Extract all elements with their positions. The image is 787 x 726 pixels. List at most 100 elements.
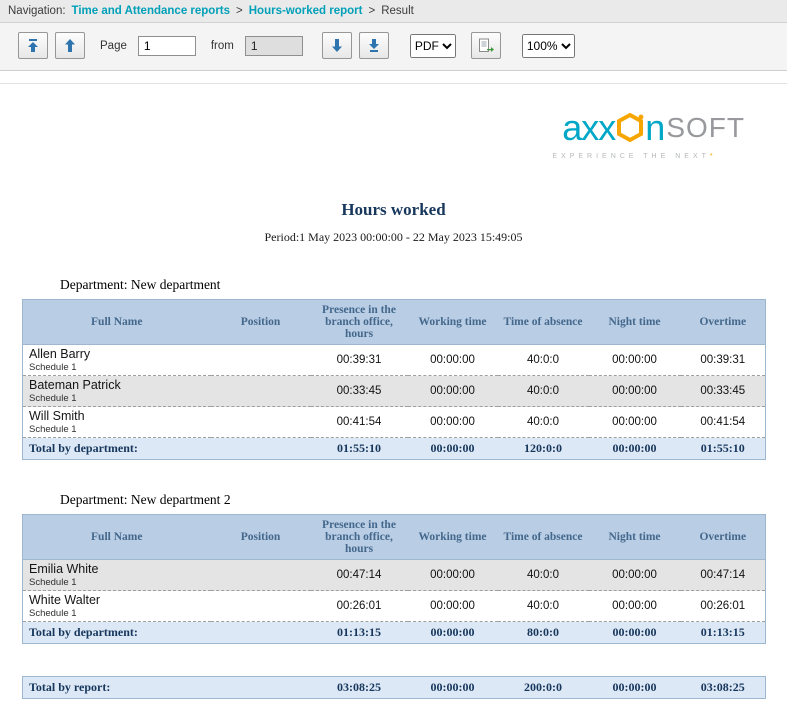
table-row: Emilia White Schedule 1 00:47:14 00:00:0…: [23, 560, 766, 591]
overtime-cell: 00:47:14: [681, 560, 766, 591]
total-overtime-cell: 01:55:10: [681, 438, 766, 460]
breadcrumb: Navigation: Time and Attendance reports …: [0, 0, 787, 23]
breadcrumb-link-hours-worked[interactable]: Hours-worked report: [249, 5, 363, 17]
full-name-cell: Allen Barry Schedule 1: [23, 345, 211, 376]
page-title: Hours worked: [0, 200, 787, 220]
presence-cell: 00:33:45: [311, 376, 408, 407]
col-header-working-time: Working time: [408, 300, 498, 345]
last-page-button[interactable]: [359, 32, 389, 59]
working-time-cell: 00:00:00: [408, 407, 498, 438]
total-pages-field: [245, 36, 303, 56]
col-header-position: Position: [211, 515, 311, 560]
export-button[interactable]: [471, 32, 501, 59]
logo-tagline-text: EXPERIENCE THE NEXT: [552, 153, 710, 160]
working-time-cell: 00:00:00: [408, 345, 498, 376]
report-period: Period:1 May 2023 00:00:00 - 22 May 2023…: [0, 230, 787, 245]
first-page-icon: [27, 39, 39, 52]
night-time-cell: 00:00:00: [589, 407, 681, 438]
employee-name: Allen Barry: [29, 347, 205, 361]
table-header-row: Full Name Position Presence in the branc…: [23, 515, 766, 560]
col-header-presence: Presence in the branch office, hours: [311, 300, 408, 345]
position-cell: [211, 345, 311, 376]
breadcrumb-separator: >: [369, 5, 376, 17]
absence-cell: 40:0:0: [498, 560, 589, 591]
table-header-row: Full Name Position Presence in the branc…: [23, 300, 766, 345]
col-header-night-time: Night time: [589, 300, 681, 345]
department-section: Department: New department Full Name Pos…: [0, 277, 787, 460]
total-absence-cell: 120:0:0: [498, 438, 589, 460]
employee-schedule: Schedule 1: [29, 424, 205, 435]
employee-schedule: Schedule 1: [29, 608, 205, 619]
overtime-cell: 00:41:54: [681, 407, 766, 438]
department-label: Department: New department: [60, 277, 787, 293]
full-name-cell: Bateman Patrick Schedule 1: [23, 376, 211, 407]
logo-tagline: EXPERIENCE THE NEXT*: [520, 153, 745, 160]
col-header-night-time: Night time: [589, 515, 681, 560]
export-format-select[interactable]: PDF: [410, 34, 456, 58]
breadcrumb-separator: >: [236, 5, 243, 17]
col-header-overtime: Overtime: [681, 515, 766, 560]
next-page-button[interactable]: [322, 32, 352, 59]
axxonsoft-logo: axx n SOFT EXPERIENCE THE NEXT*: [520, 110, 745, 160]
first-page-button[interactable]: [18, 32, 48, 59]
breadcrumb-link-time-attendance[interactable]: Time and Attendance reports: [72, 5, 230, 17]
breadcrumb-prefix: Navigation:: [8, 5, 66, 17]
position-cell: [211, 376, 311, 407]
total-absence-cell: 80:0:0: [498, 622, 589, 644]
full-name-cell: White Walter Schedule 1: [23, 591, 211, 622]
hours-worked-table: Full Name Position Presence in the branc…: [22, 514, 766, 644]
total-presence-cell: 01:55:10: [311, 438, 408, 460]
night-time-cell: 00:00:00: [589, 345, 681, 376]
report-total-presence-cell: 03:08:25: [311, 677, 408, 699]
last-page-icon: [368, 39, 380, 52]
hours-worked-table: Full Name Position Presence in the branc…: [22, 299, 766, 460]
overtime-cell: 00:33:45: [681, 376, 766, 407]
zoom-select[interactable]: 100%: [522, 34, 575, 58]
total-night-time-cell: 00:00:00: [589, 438, 681, 460]
col-header-full-name: Full Name: [23, 515, 211, 560]
col-header-presence: Presence in the branch office, hours: [311, 515, 408, 560]
total-label: Total by department:: [23, 622, 311, 644]
absence-cell: 40:0:0: [498, 345, 589, 376]
report-total-working-time-cell: 00:00:00: [408, 677, 498, 699]
report-total-overtime-cell: 03:08:25: [681, 677, 766, 699]
page-number-input[interactable]: [138, 36, 196, 56]
total-working-time-cell: 00:00:00: [408, 438, 498, 460]
report-total-night-time-cell: 00:00:00: [589, 677, 681, 699]
presence-cell: 00:39:31: [311, 345, 408, 376]
employee-name: White Walter: [29, 593, 205, 607]
presence-cell: 00:41:54: [311, 407, 408, 438]
table-row: Will Smith Schedule 1 00:41:54 00:00:00 …: [23, 407, 766, 438]
full-name-cell: Will Smith Schedule 1: [23, 407, 211, 438]
logo-text-axx: axx: [562, 110, 615, 146]
absence-cell: 40:0:0: [498, 376, 589, 407]
previous-page-icon: [64, 39, 76, 52]
employee-name: Will Smith: [29, 409, 205, 423]
employee-schedule: Schedule 1: [29, 393, 205, 404]
next-page-icon: [331, 39, 343, 52]
from-label: from: [211, 40, 234, 52]
full-name-cell: Emilia White Schedule 1: [23, 560, 211, 591]
hexagon-icon: [616, 112, 644, 147]
previous-page-button[interactable]: [55, 32, 85, 59]
total-working-time-cell: 00:00:00: [408, 622, 498, 644]
working-time-cell: 00:00:00: [408, 560, 498, 591]
report-total-label: Total by report:: [23, 677, 311, 699]
table-row: Bateman Patrick Schedule 1 00:33:45 00:0…: [23, 376, 766, 407]
report-total-row: Total by report: 03:08:25 00:00:00 200:0…: [23, 677, 766, 699]
presence-cell: 00:26:01: [311, 591, 408, 622]
overtime-cell: 00:26:01: [681, 591, 766, 622]
night-time-cell: 00:00:00: [589, 376, 681, 407]
absence-cell: 40:0:0: [498, 591, 589, 622]
col-header-time-of-absence: Time of absence: [498, 515, 589, 560]
total-presence-cell: 01:13:15: [311, 622, 408, 644]
col-header-full-name: Full Name: [23, 300, 211, 345]
col-header-working-time: Working time: [408, 515, 498, 560]
report-total-absence-cell: 200:0:0: [498, 677, 589, 699]
total-label: Total by department:: [23, 438, 311, 460]
employee-name: Bateman Patrick: [29, 378, 205, 392]
position-cell: [211, 560, 311, 591]
col-header-position: Position: [211, 300, 311, 345]
logo-text-n: n: [645, 110, 664, 146]
logo-text-soft: SOFT: [666, 114, 745, 142]
